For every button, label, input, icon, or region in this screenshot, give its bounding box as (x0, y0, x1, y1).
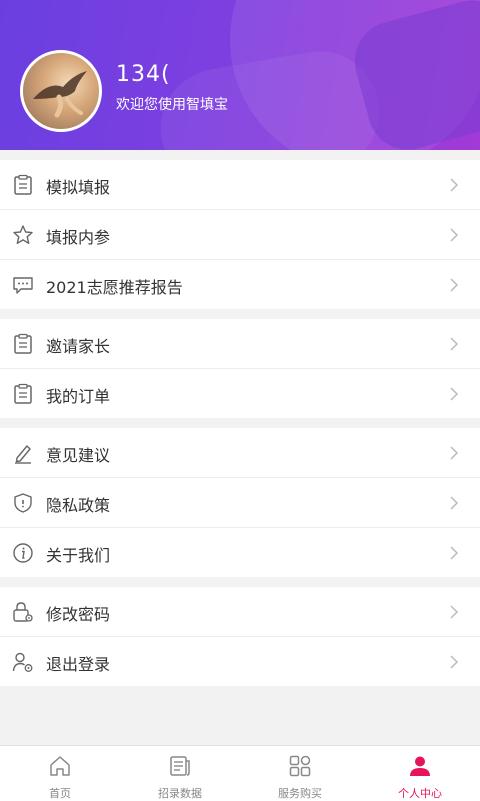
menu-item-logout[interactable]: 退出登录 (0, 637, 480, 686)
menu-item-report[interactable]: 2021志愿推荐报告 (0, 260, 480, 309)
chevron-right-icon (450, 178, 459, 192)
home-icon (50, 756, 70, 776)
menu-item-insider[interactable]: 填报内参 (0, 210, 480, 260)
lock-icon (13, 602, 33, 622)
menu-group-4: 修改密码 退出登录 (0, 587, 480, 686)
menu-group-1: 模拟填报 填报内参 2021志愿推荐报告 (0, 160, 480, 309)
person-icon (410, 756, 430, 776)
menu-item-label: 模拟填报 (46, 178, 111, 197)
menu-item-label: 关于我们 (46, 546, 111, 565)
tab-personal-center[interactable]: 个人中心 (360, 746, 480, 801)
clipboard-icon (14, 333, 32, 354)
chevron-right-icon (450, 278, 459, 292)
menu-item-label: 填报内参 (46, 228, 111, 247)
info-icon (13, 543, 33, 563)
avatar[interactable] (20, 50, 102, 132)
clipboard-icon (14, 383, 32, 404)
tab-label: 服务购买 (278, 787, 322, 800)
chevron-right-icon (450, 655, 459, 669)
bird-photo-icon (33, 71, 87, 118)
chevron-right-icon (450, 496, 459, 510)
clipboard-icon (14, 174, 32, 195)
menu-item-privacy[interactable]: 隐私政策 (0, 478, 480, 528)
menu-item-label: 意见建议 (46, 446, 111, 465)
bottom-tab-bar: 首页 招录数据 服务购买 个人中心 (0, 745, 480, 801)
menu-item-label: 邀请家长 (46, 337, 111, 356)
chat-icon (13, 277, 33, 294)
tab-label: 首页 (49, 787, 71, 800)
chevron-right-icon (450, 446, 459, 460)
menu-item-invite-parent[interactable]: 邀请家长 (0, 319, 480, 369)
tab-home[interactable]: 首页 (0, 746, 120, 801)
chevron-right-icon (450, 337, 459, 351)
menu-item-my-orders[interactable]: 我的订单 (0, 369, 480, 418)
chevron-right-icon (450, 387, 459, 401)
menu-item-label: 退出登录 (46, 655, 111, 674)
tab-label: 个人中心 (398, 787, 442, 800)
chevron-right-icon (450, 546, 459, 560)
menu-item-label: 隐私政策 (46, 496, 111, 515)
menu-item-change-password[interactable]: 修改密码 (0, 587, 480, 637)
user-gear-icon (12, 652, 33, 672)
menu-item-label: 修改密码 (46, 605, 111, 624)
grid-icon (289, 755, 311, 777)
menu-group-2: 邀请家长 我的订单 (0, 319, 480, 418)
document-icon (170, 756, 190, 776)
star-icon (13, 225, 33, 244)
tab-service-purchase[interactable]: 服务购买 (240, 746, 360, 801)
user-phone: 134( (116, 62, 171, 87)
pen-icon (15, 445, 31, 464)
chevron-right-icon (450, 228, 459, 242)
menu-item-mock-fill[interactable]: 模拟填报 (0, 160, 480, 210)
tab-label: 招录数据 (158, 787, 202, 800)
welcome-text: 欢迎您使用智填宝 (116, 97, 228, 113)
shield-icon (14, 493, 32, 513)
menu-item-label: 我的订单 (46, 387, 111, 406)
menu-item-label: 2021志愿推荐报告 (46, 278, 183, 297)
tab-admission-data[interactable]: 招录数据 (120, 746, 240, 801)
profile-header: 134( 欢迎您使用智填宝 (0, 0, 480, 150)
menu-item-feedback[interactable]: 意见建议 (0, 428, 480, 478)
chevron-right-icon (450, 605, 459, 619)
menu-item-about[interactable]: 关于我们 (0, 528, 480, 577)
menu-group-3: 意见建议 隐私政策 关于我们 (0, 428, 480, 577)
